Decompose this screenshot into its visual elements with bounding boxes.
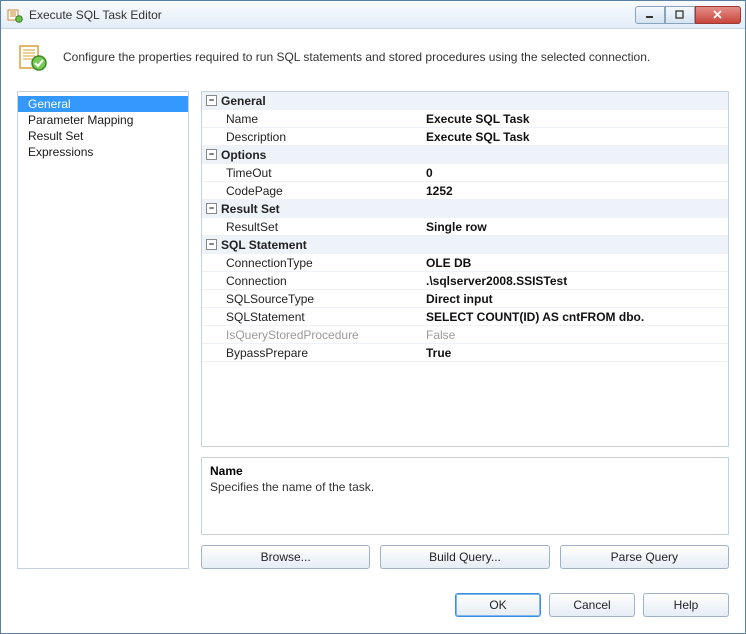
property-value[interactable]: 1252 bbox=[422, 183, 728, 199]
titlebar: Execute SQL Task Editor bbox=[1, 1, 745, 29]
sidebar-item-expressions[interactable]: Expressions bbox=[18, 144, 188, 160]
footer: OK Cancel Help bbox=[1, 581, 745, 633]
window-buttons bbox=[635, 6, 741, 24]
property-value[interactable]: Execute SQL Task bbox=[422, 111, 728, 127]
header: Configure the properties required to run… bbox=[1, 29, 745, 91]
category-result-set: −Result Set bbox=[202, 200, 728, 218]
maximize-button[interactable] bbox=[665, 6, 695, 24]
property-value[interactable]: OLE DB bbox=[422, 255, 728, 271]
property-label: IsQueryStoredProcedure bbox=[202, 327, 422, 343]
sidebar-item-result-set[interactable]: Result Set bbox=[18, 128, 188, 144]
property-value[interactable]: Direct input bbox=[422, 291, 728, 307]
property-label: BypassPrepare bbox=[202, 345, 422, 361]
property-label: Name bbox=[202, 111, 422, 127]
property-row-bypassprepare[interactable]: BypassPrepareTrue bbox=[202, 344, 728, 362]
property-row-name[interactable]: NameExecute SQL Task bbox=[202, 110, 728, 128]
ok-button[interactable]: OK bbox=[455, 593, 541, 617]
property-value[interactable]: True bbox=[422, 345, 728, 361]
category-label: General bbox=[221, 94, 266, 108]
help-description: Specifies the name of the task. bbox=[210, 480, 720, 494]
category-label: Options bbox=[221, 148, 266, 162]
help-title: Name bbox=[210, 464, 720, 478]
property-row-timeout[interactable]: TimeOut0 bbox=[202, 164, 728, 182]
property-label: SQLStatement bbox=[202, 309, 422, 325]
parse-query-button[interactable]: Parse Query bbox=[560, 545, 729, 569]
build-query-button[interactable]: Build Query... bbox=[380, 545, 549, 569]
collapse-icon[interactable]: − bbox=[206, 203, 217, 214]
property-row-connection[interactable]: Connection.\sqlserver2008.SSISTest bbox=[202, 272, 728, 290]
property-label: TimeOut bbox=[202, 165, 422, 181]
help-box: Name Specifies the name of the task. bbox=[201, 457, 729, 535]
property-row-connectiontype[interactable]: ConnectionTypeOLE DB bbox=[202, 254, 728, 272]
window: Execute SQL Task Editor Configure the pr… bbox=[0, 0, 746, 634]
property-label: Connection bbox=[202, 273, 422, 289]
task-icon bbox=[17, 41, 49, 73]
property-label: SQLSourceType bbox=[202, 291, 422, 307]
window-title: Execute SQL Task Editor bbox=[29, 8, 635, 22]
app-icon bbox=[7, 7, 23, 23]
property-value[interactable]: False bbox=[422, 327, 728, 343]
property-value[interactable]: Execute SQL Task bbox=[422, 129, 728, 145]
category-sql-statement: −SQL Statement bbox=[202, 236, 728, 254]
cancel-button[interactable]: Cancel bbox=[549, 593, 635, 617]
property-row-sqlsourcetype[interactable]: SQLSourceTypeDirect input bbox=[202, 290, 728, 308]
minimize-button[interactable] bbox=[635, 6, 665, 24]
collapse-icon[interactable]: − bbox=[206, 149, 217, 160]
category-label: SQL Statement bbox=[221, 238, 307, 252]
action-buttons: Browse... Build Query... Parse Query bbox=[201, 545, 729, 569]
property-row-description[interactable]: DescriptionExecute SQL Task bbox=[202, 128, 728, 146]
property-grid: −GeneralNameExecute SQL TaskDescriptionE… bbox=[201, 91, 729, 447]
help-button[interactable]: Help bbox=[643, 593, 729, 617]
property-row-sqlstatement[interactable]: SQLStatementSELECT COUNT(ID) AS cntFROM … bbox=[202, 308, 728, 326]
property-row-codepage[interactable]: CodePage1252 bbox=[202, 182, 728, 200]
property-value[interactable]: SELECT COUNT(ID) AS cntFROM dbo. bbox=[422, 309, 728, 325]
category-options: −Options bbox=[202, 146, 728, 164]
property-label: Description bbox=[202, 129, 422, 145]
right-pane: −GeneralNameExecute SQL TaskDescriptionE… bbox=[201, 91, 729, 569]
category-general: −General bbox=[202, 92, 728, 110]
property-label: CodePage bbox=[202, 183, 422, 199]
close-button[interactable] bbox=[695, 6, 741, 24]
property-label: ResultSet bbox=[202, 219, 422, 235]
property-value[interactable]: Single row bbox=[422, 219, 728, 235]
property-row-resultset[interactable]: ResultSetSingle row bbox=[202, 218, 728, 236]
sidebar-item-general[interactable]: General bbox=[18, 96, 188, 112]
category-label: Result Set bbox=[221, 202, 280, 216]
header-text: Configure the properties required to run… bbox=[63, 50, 650, 64]
property-row-isquerystoredprocedure[interactable]: IsQueryStoredProcedureFalse bbox=[202, 326, 728, 344]
collapse-icon[interactable]: − bbox=[206, 239, 217, 250]
property-value[interactable]: .\sqlserver2008.SSISTest bbox=[422, 273, 728, 289]
browse-button[interactable]: Browse... bbox=[201, 545, 370, 569]
content: GeneralParameter MappingResult SetExpres… bbox=[1, 91, 745, 581]
sidebar: GeneralParameter MappingResult SetExpres… bbox=[17, 91, 189, 569]
property-value[interactable]: 0 bbox=[422, 165, 728, 181]
property-label: ConnectionType bbox=[202, 255, 422, 271]
sidebar-item-parameter-mapping[interactable]: Parameter Mapping bbox=[18, 112, 188, 128]
collapse-icon[interactable]: − bbox=[206, 95, 217, 106]
